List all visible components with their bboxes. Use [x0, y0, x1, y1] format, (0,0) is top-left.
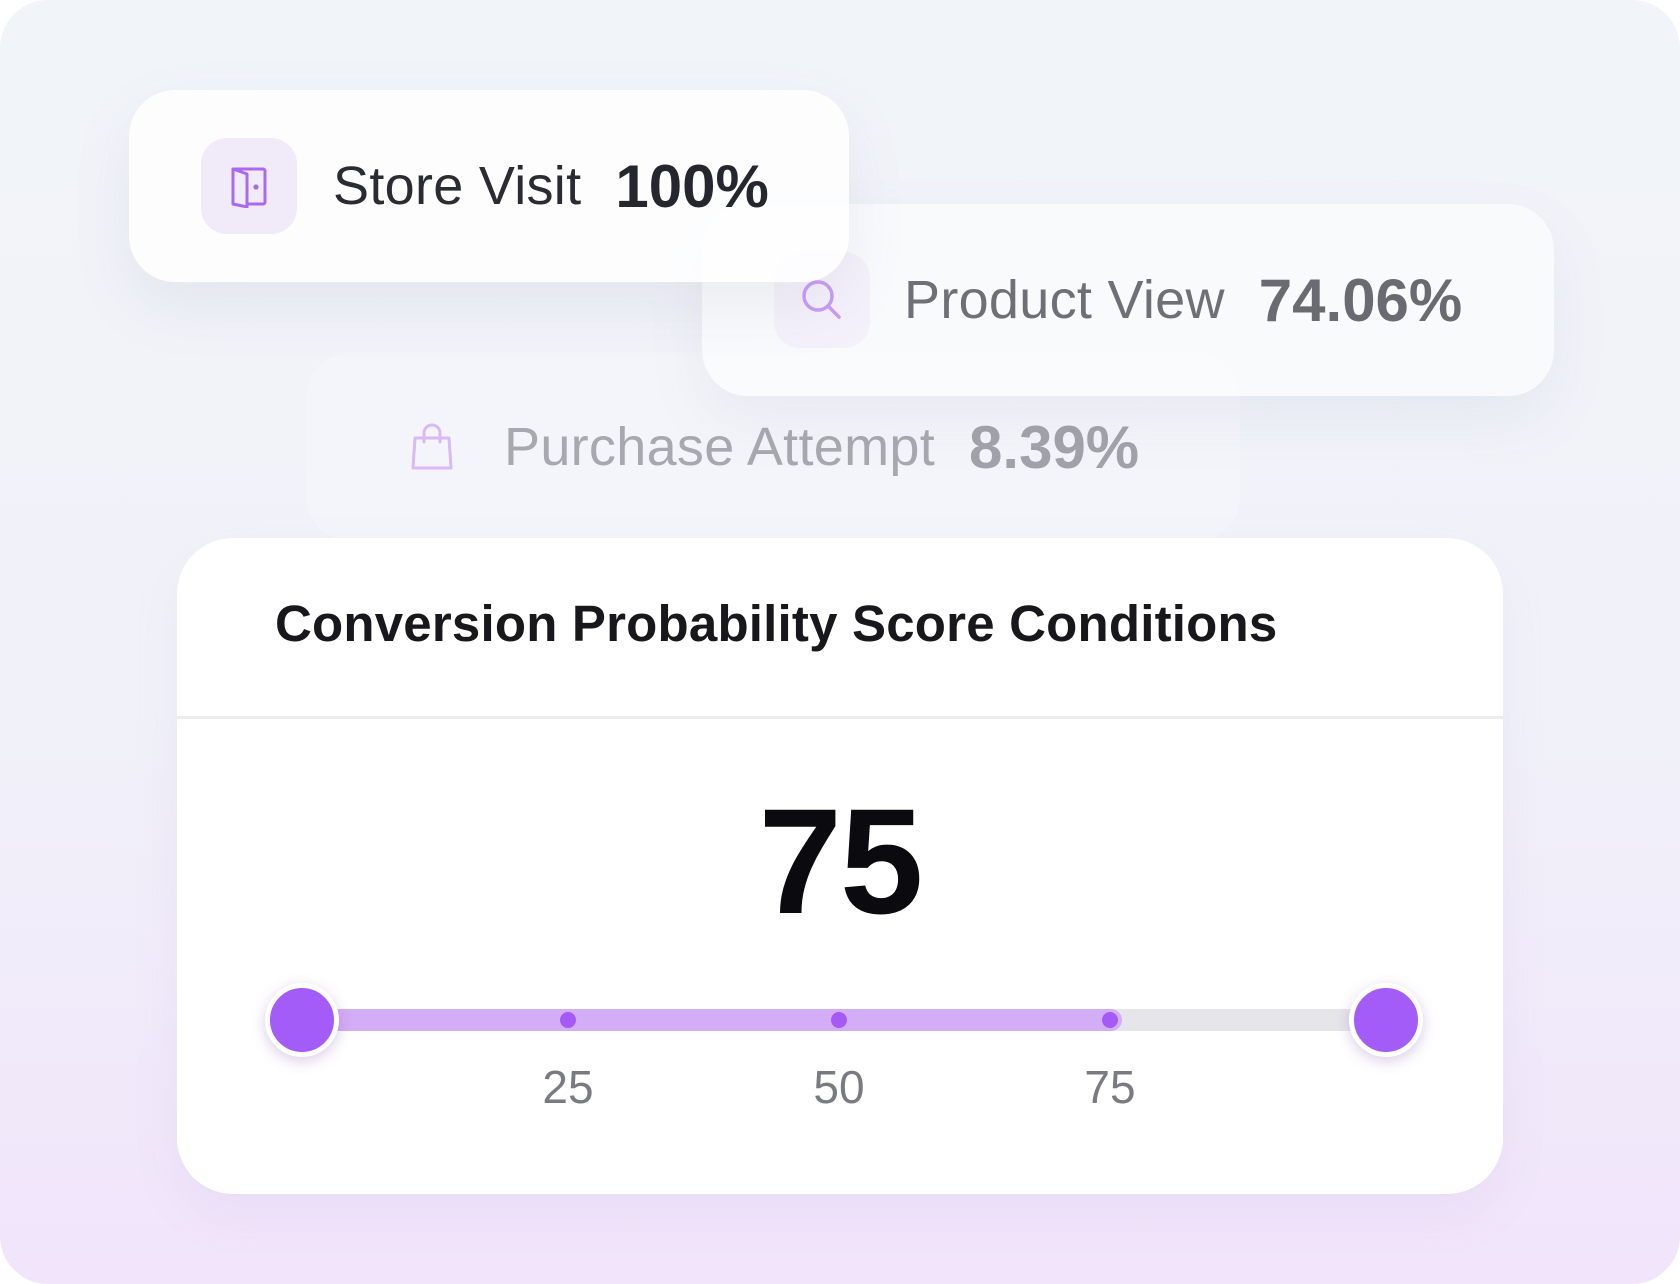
funnel-value: 74.06% — [1258, 266, 1463, 334]
slider-tick-label: 50 — [813, 1061, 865, 1113]
slider-handle-min[interactable] — [265, 983, 339, 1057]
slider-tick-dot — [831, 1012, 847, 1028]
canvas: Store Visit 100% Product View 74.06% Pur… — [0, 0, 1680, 1284]
divider — [177, 716, 1503, 719]
door-icon — [201, 138, 297, 234]
score-value: 75 — [758, 777, 924, 945]
slider-tick-dot — [560, 1012, 576, 1028]
slider-tick-dot — [1102, 1012, 1118, 1028]
funnel-value: 100% — [615, 152, 769, 220]
score-range-slider[interactable] — [265, 980, 1423, 1060]
funnel-card-store-visit: Store Visit 100% — [129, 90, 849, 282]
funnel-label: Product View — [904, 270, 1225, 330]
slider-tick-label: 25 — [542, 1061, 594, 1113]
funnel-label: Store Visit — [333, 156, 582, 216]
slider-tick-label: 75 — [1084, 1061, 1136, 1113]
funnel-value: 8.39% — [969, 413, 1140, 481]
slider-handle-max[interactable] — [1349, 983, 1423, 1057]
score-conditions-card: Conversion Probability Score Conditions … — [177, 538, 1503, 1194]
funnel-label: Purchase Attempt — [504, 417, 936, 477]
slider-track-fill — [297, 1009, 1122, 1031]
shopping-bag-icon — [402, 399, 462, 495]
slider-tick-labels: 25 50 75 — [297, 1060, 1381, 1120]
card-title: Conversion Probability Score Conditions — [275, 595, 1278, 652]
